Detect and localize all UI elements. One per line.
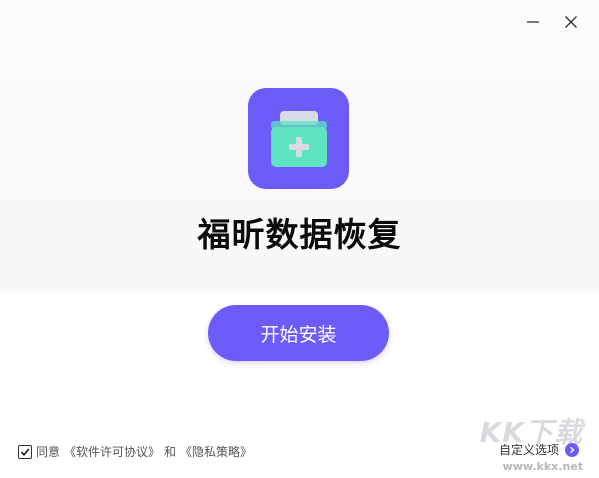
agreement-prefix: 同意: [36, 445, 61, 459]
minimize-button[interactable]: [523, 12, 543, 32]
first-aid-kit-icon: [270, 110, 327, 167]
watermark-url: www.kkx.net: [502, 460, 583, 473]
chevron-right-icon: [565, 442, 579, 457]
minimize-icon: [527, 21, 539, 23]
app-icon: [248, 88, 349, 189]
checkmark-icon: [20, 448, 30, 456]
agreement-checkbox[interactable]: [18, 444, 32, 459]
custom-options-button[interactable]: 自定义选项: [499, 441, 579, 458]
close-icon: [565, 16, 577, 28]
license-agreement-link[interactable]: 《软件许可协议》: [64, 443, 160, 460]
agreement-conjunction: 和: [164, 445, 177, 459]
start-install-button[interactable]: 开始安装: [208, 305, 389, 361]
agreement-row: 同意 《软件许可协议》 和 《隐私策略》: [18, 443, 252, 460]
custom-options-label: 自定义选项: [498, 443, 559, 457]
window-controls: [523, 12, 581, 32]
app-title: 福昕数据恢复: [197, 215, 402, 254]
close-button[interactable]: [561, 12, 581, 32]
privacy-policy-link[interactable]: 《隐私策略》: [180, 443, 252, 460]
